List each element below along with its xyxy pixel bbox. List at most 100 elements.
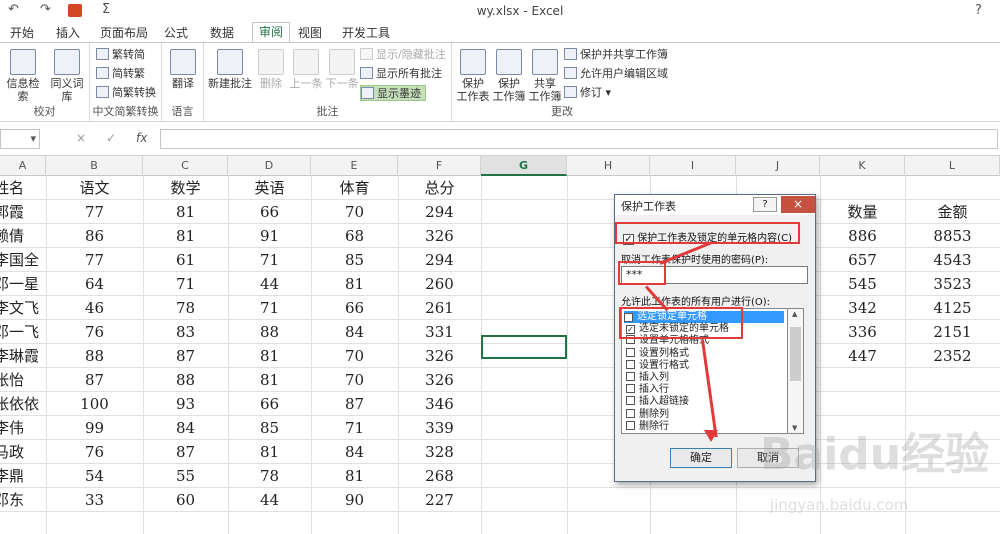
- data-cell[interactable]: 44: [228, 488, 311, 512]
- data-cell[interactable]: 64: [46, 272, 143, 296]
- data-cell[interactable]: 2151: [905, 320, 1000, 344]
- data-cell[interactable]: 87: [311, 392, 398, 416]
- data-cell[interactable]: 邓一飞: [0, 320, 46, 344]
- data-cell[interactable]: 8853: [905, 224, 1000, 248]
- data-cell[interactable]: 91: [228, 224, 311, 248]
- data-cell[interactable]: 张依依: [0, 392, 46, 416]
- data-cell[interactable]: 赖倩: [0, 224, 46, 248]
- permission-item[interactable]: 删除行: [626, 420, 669, 433]
- tab-6[interactable]: 视图: [298, 24, 322, 41]
- data-cell[interactable]: 张怡: [0, 368, 46, 392]
- data-cell[interactable]: 2352: [905, 344, 1000, 368]
- data-cell[interactable]: 邓一星: [0, 272, 46, 296]
- data-cell[interactable]: 336: [820, 320, 905, 344]
- checkbox-icon[interactable]: [626, 384, 635, 394]
- data-cell[interactable]: 81: [143, 224, 228, 248]
- data-cell[interactable]: 郭霞: [0, 200, 46, 224]
- ok-button[interactable]: 确定: [670, 448, 732, 468]
- formula-input[interactable]: [160, 129, 998, 149]
- protect-share-button[interactable]: 保护并共享工作簿: [564, 47, 668, 63]
- data-cell[interactable]: 71: [143, 272, 228, 296]
- protect-workbook-button[interactable]: 保护 工作簿: [492, 49, 526, 103]
- data-cell[interactable]: 88: [228, 320, 311, 344]
- data-cell[interactable]: 84: [311, 440, 398, 464]
- data-cell[interactable]: 李文飞: [0, 296, 46, 320]
- data-cell[interactable]: 44: [228, 272, 311, 296]
- data-cell[interactable]: 李国全: [0, 248, 46, 272]
- checkbox-icon[interactable]: [626, 408, 635, 418]
- data-cell[interactable]: 326: [398, 344, 481, 368]
- column-header-E[interactable]: E: [311, 156, 398, 176]
- column-header-A[interactable]: A: [0, 156, 46, 176]
- column-header-D[interactable]: D: [228, 156, 311, 176]
- header-cell[interactable]: 姓名: [0, 176, 46, 200]
- fx-icon[interactable]: fx: [136, 131, 147, 145]
- data-cell[interactable]: 90: [311, 488, 398, 512]
- data-cell[interactable]: 84: [143, 416, 228, 440]
- research-button[interactable]: 信息检索: [2, 49, 44, 103]
- column-header-H[interactable]: H: [567, 156, 650, 176]
- data-cell[interactable]: 邓东: [0, 488, 46, 512]
- data-cell[interactable]: 55: [143, 464, 228, 488]
- checkbox-icon[interactable]: [626, 396, 635, 406]
- data-cell[interactable]: 83: [143, 320, 228, 344]
- translate-button[interactable]: 翻译: [166, 49, 200, 90]
- data-cell[interactable]: 85: [228, 416, 311, 440]
- data-cell[interactable]: 76: [46, 320, 143, 344]
- scroll-up-icon[interactable]: ▲: [792, 310, 797, 318]
- data-cell[interactable]: 294: [398, 200, 481, 224]
- column-header-G[interactable]: G: [481, 156, 567, 176]
- header-cell[interactable]: 金额: [905, 200, 1000, 224]
- allow-edit-ranges-button[interactable]: 允许用户编辑区域: [564, 66, 668, 82]
- column-header-I[interactable]: I: [650, 156, 736, 176]
- data-cell[interactable]: 马政: [0, 440, 46, 464]
- column-header-L[interactable]: L: [905, 156, 1000, 176]
- data-cell[interactable]: 447: [820, 344, 905, 368]
- column-header-K[interactable]: K: [820, 156, 905, 176]
- data-cell[interactable]: 85: [311, 248, 398, 272]
- data-cell[interactable]: 99: [46, 416, 143, 440]
- data-cell[interactable]: 88: [46, 344, 143, 368]
- data-cell[interactable]: 87: [143, 440, 228, 464]
- header-cell[interactable]: 数量: [820, 200, 905, 224]
- redo-icon[interactable]: ↷: [40, 2, 51, 17]
- powerpoint-icon[interactable]: [68, 4, 82, 17]
- data-cell[interactable]: 70: [311, 200, 398, 224]
- data-cell[interactable]: 331: [398, 320, 481, 344]
- data-cell[interactable]: 70: [311, 368, 398, 392]
- data-cell[interactable]: 81: [228, 368, 311, 392]
- tab-0[interactable]: 开始: [10, 24, 34, 41]
- data-cell[interactable]: 李伟: [0, 416, 46, 440]
- data-cell[interactable]: 66: [228, 392, 311, 416]
- data-cell[interactable]: 77: [46, 248, 143, 272]
- data-cell[interactable]: 227: [398, 488, 481, 512]
- permission-item[interactable]: 插入行: [626, 384, 669, 396]
- data-cell[interactable]: 66: [228, 200, 311, 224]
- scroll-thumb[interactable]: [790, 327, 801, 381]
- data-cell[interactable]: 260: [398, 272, 481, 296]
- data-cell[interactable]: 3523: [905, 272, 1000, 296]
- tab-1[interactable]: 插入: [56, 24, 80, 41]
- data-cell[interactable]: 100: [46, 392, 143, 416]
- column-header-J[interactable]: J: [736, 156, 820, 176]
- data-cell[interactable]: 81: [311, 464, 398, 488]
- tab-5[interactable]: 审阅: [252, 22, 291, 42]
- permission-item[interactable]: 插入列: [626, 372, 669, 384]
- data-cell[interactable]: 268: [398, 464, 481, 488]
- enter-icon[interactable]: ✓: [106, 131, 116, 145]
- tab-4[interactable]: 数据: [210, 24, 234, 41]
- data-cell[interactable]: 4125: [905, 296, 1000, 320]
- data-cell[interactable]: 77: [46, 200, 143, 224]
- help-icon[interactable]: ?: [975, 3, 982, 18]
- chinese-convert-button[interactable]: 简繁转换: [96, 85, 156, 101]
- undo-icon[interactable]: ↶: [8, 2, 19, 17]
- data-cell[interactable]: 60: [143, 488, 228, 512]
- data-cell[interactable]: 87: [143, 344, 228, 368]
- data-cell[interactable]: 78: [228, 464, 311, 488]
- data-cell[interactable]: 84: [311, 320, 398, 344]
- permissions-scrollbar[interactable]: ▲ ▼: [787, 308, 804, 434]
- show-all-comments-button[interactable]: 显示所有批注: [360, 66, 442, 82]
- column-header-C[interactable]: C: [143, 156, 228, 176]
- data-cell[interactable]: 328: [398, 440, 481, 464]
- data-cell[interactable]: 71: [228, 296, 311, 320]
